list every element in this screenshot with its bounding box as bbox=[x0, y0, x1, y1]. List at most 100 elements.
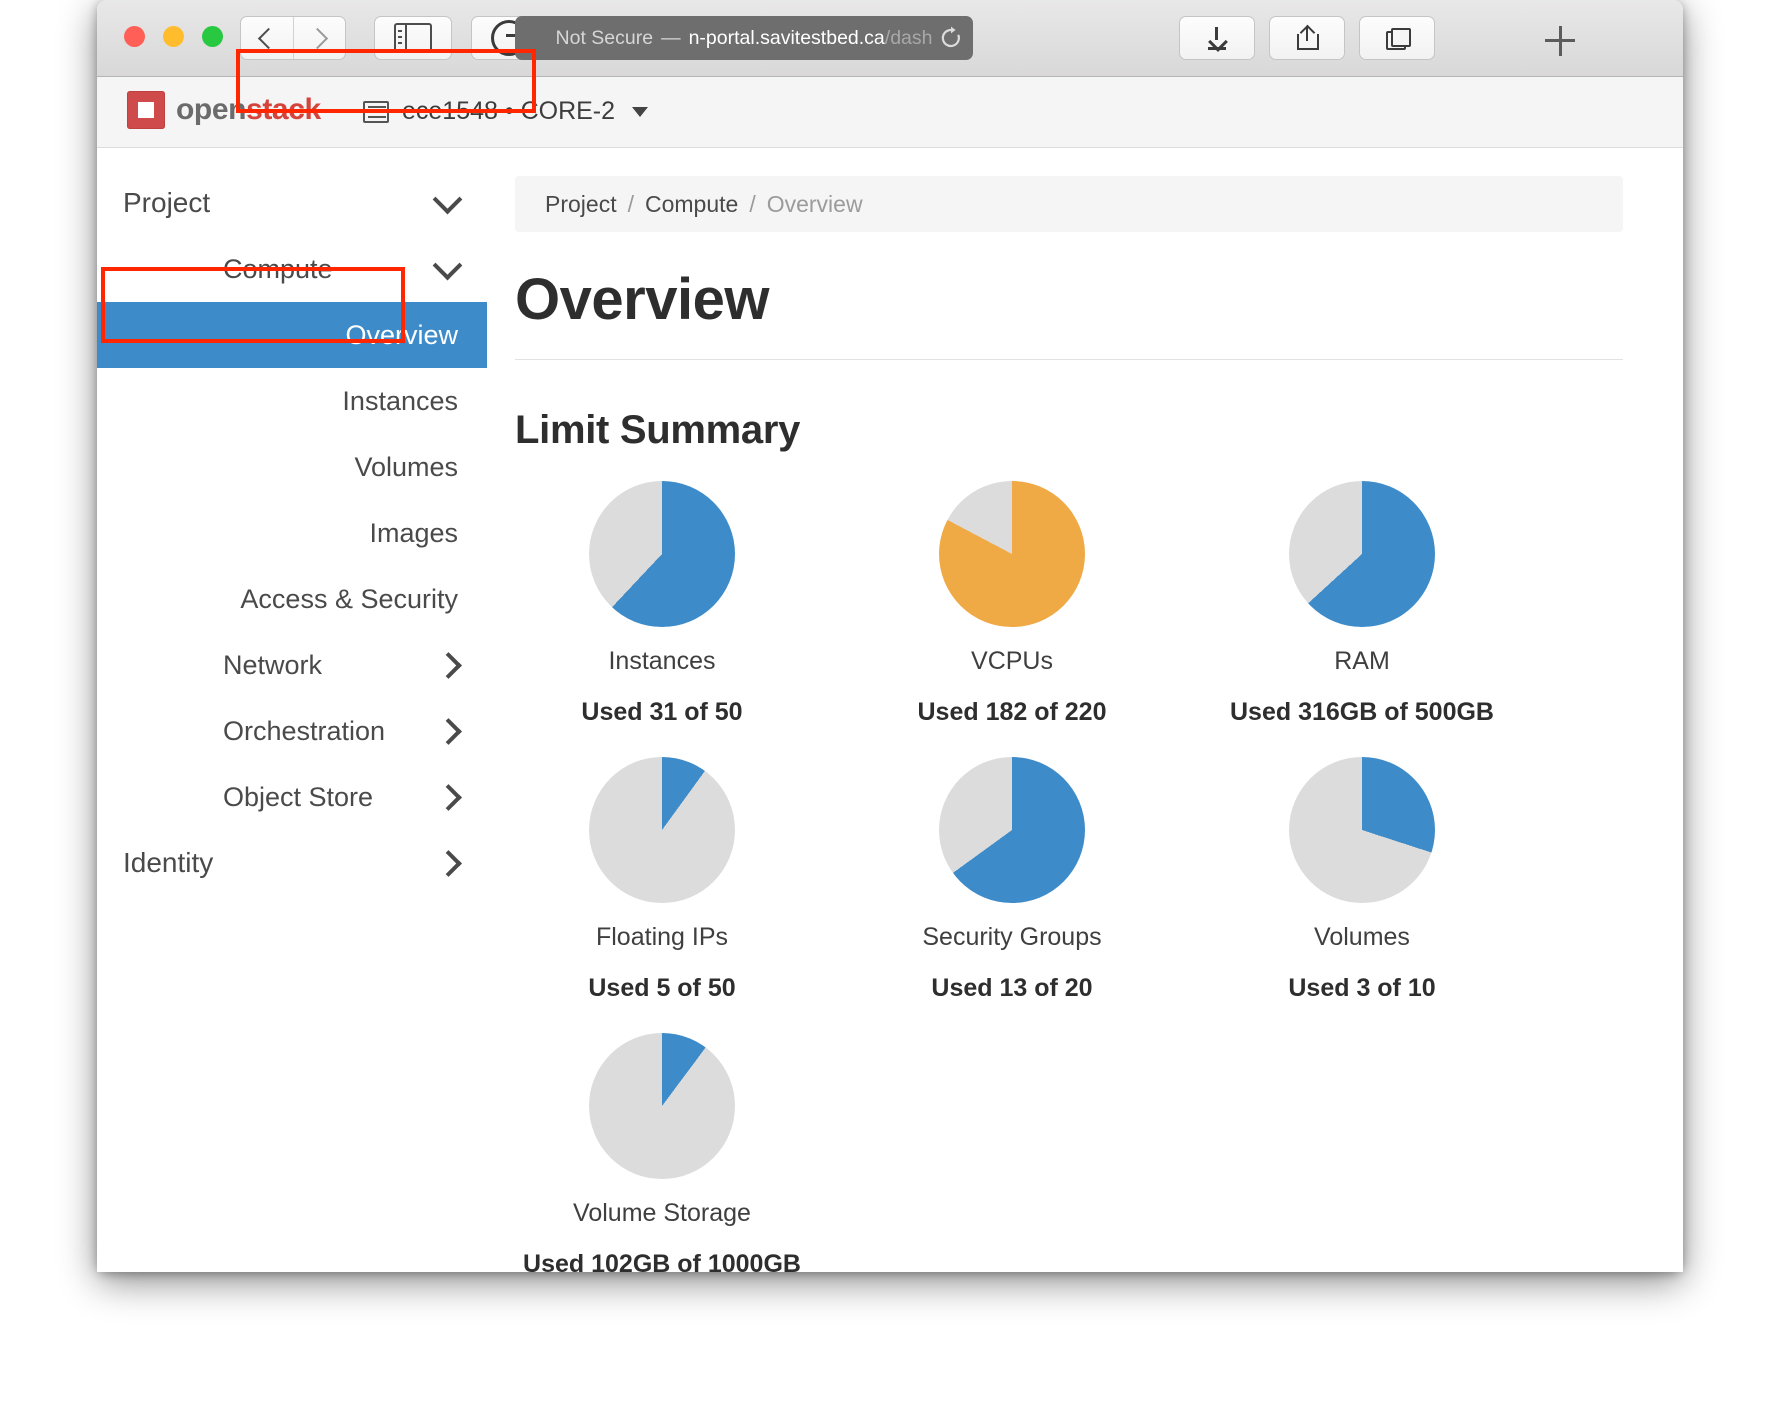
close-window-button[interactable] bbox=[124, 26, 145, 47]
sidebar-item-object-store[interactable]: Object Store bbox=[97, 764, 487, 830]
sidebar-item-label: Orchestration bbox=[223, 715, 386, 746]
limit-chart-volume-storage: Volume Storage Used 102GB of 1000GB bbox=[487, 1033, 837, 1272]
sidebar-item-label: Project bbox=[123, 187, 211, 218]
chevron-right-icon bbox=[435, 651, 462, 679]
screenshot-root: Not Secure — n-portal.savitestbed.ca /da… bbox=[0, 0, 1780, 1426]
pie-chart-usage-label: Used 31 of 50 bbox=[581, 698, 743, 726]
openstack-mark-icon bbox=[127, 91, 165, 129]
pie-chart-usage-label: Used 13 of 20 bbox=[931, 974, 1093, 1002]
chevron-down-icon bbox=[432, 184, 463, 214]
section-title-limit-summary: Limit Summary bbox=[515, 408, 801, 452]
list-icon bbox=[363, 100, 389, 123]
reload-icon[interactable] bbox=[939, 26, 963, 50]
not-secure-label: Not Secure bbox=[555, 26, 654, 49]
breadcrumb-separator: / bbox=[749, 190, 756, 217]
page-title: Overview bbox=[515, 267, 769, 332]
pie-chart bbox=[939, 481, 1085, 627]
limit-chart-security-groups: Security Groups Used 13 of 20 bbox=[837, 757, 1187, 1031]
limit-chart-vcpus: VCPUs Used 182 of 220 bbox=[837, 481, 1187, 755]
pie-chart bbox=[589, 481, 735, 627]
pie-chart-title: Security Groups bbox=[922, 923, 1102, 951]
sidebar-item-instances[interactable]: Instances bbox=[97, 368, 487, 434]
pie-chart bbox=[589, 757, 735, 903]
page-body: Project Compute Overview Instances Volum… bbox=[97, 148, 1683, 1272]
url-host: n-portal.savitestbed.ca bbox=[688, 26, 885, 49]
breadcrumb-item-overview: Overview bbox=[766, 190, 863, 217]
url-dash: — bbox=[661, 26, 681, 49]
download-icon bbox=[1207, 27, 1227, 50]
chevron-down-icon bbox=[432, 250, 463, 280]
maximize-window-button[interactable] bbox=[202, 26, 223, 47]
limit-summary-charts: Instances Used 31 of 50 VCPUs Used 182 of 2… bbox=[487, 481, 1537, 1272]
pie-chart-usage-label: Used 102GB of 1000GB bbox=[523, 1250, 801, 1272]
pie-chart-title: VCPUs bbox=[971, 647, 1053, 675]
pie-chart-title: Floating IPs bbox=[595, 923, 728, 951]
sidebar-item-orchestration[interactable]: Orchestration bbox=[97, 698, 487, 764]
sidebar-item-label: Access & Security bbox=[240, 583, 458, 614]
sidebar-item-access-security[interactable]: Access & Security bbox=[97, 566, 487, 632]
openstack-logo: openstack bbox=[127, 91, 321, 129]
share-button[interactable] bbox=[1269, 16, 1345, 60]
browser-window: Not Secure — n-portal.savitestbed.ca /da… bbox=[97, 0, 1683, 1272]
chevron-left-icon bbox=[258, 27, 280, 49]
brand-open: open bbox=[176, 93, 247, 126]
sidebar-item-images[interactable]: Images bbox=[97, 500, 487, 566]
tab-overview-button[interactable] bbox=[1359, 16, 1435, 60]
minimize-window-button[interactable] bbox=[163, 26, 184, 47]
limit-chart-instances: Instances Used 31 of 50 bbox=[487, 481, 837, 755]
tabs-icon bbox=[1386, 28, 1411, 50]
main-content: Project / Compute / Overview Overview Li… bbox=[487, 148, 1683, 1272]
sidebar-item-label: Overview bbox=[345, 319, 458, 350]
breadcrumb-item-compute[interactable]: Compute bbox=[645, 191, 738, 218]
sidebar-icon bbox=[394, 23, 432, 53]
pie-chart-title: Volumes bbox=[1314, 923, 1410, 951]
pie-chart-title: RAM bbox=[1334, 647, 1390, 675]
chevron-down-icon bbox=[632, 106, 649, 117]
sidebar-item-identity[interactable]: Identity bbox=[97, 830, 487, 896]
sidebar-item-label: Volumes bbox=[354, 451, 458, 482]
share-icon bbox=[1297, 24, 1319, 50]
sidebar-item-volumes[interactable]: Volumes bbox=[97, 434, 487, 500]
pie-chart-usage-label: Used 5 of 50 bbox=[588, 974, 736, 1002]
chevron-right-icon bbox=[435, 783, 462, 811]
browser-toolbar: Not Secure — n-portal.savitestbed.ca /da… bbox=[97, 0, 1683, 77]
navigation-buttons bbox=[240, 16, 346, 60]
openstack-header: openstack ece1548 • CORE-2 bbox=[97, 77, 1683, 148]
pie-chart-usage-label: Used 3 of 10 bbox=[1288, 974, 1436, 1002]
sidebar-navigation: Project Compute Overview Instances Volum… bbox=[97, 148, 487, 1272]
new-tab-button[interactable] bbox=[1545, 26, 1575, 56]
sidebar-item-network[interactable]: Network bbox=[97, 632, 487, 698]
address-bar[interactable]: Not Secure — n-portal.savitestbed.ca /da… bbox=[515, 16, 973, 60]
sidebar-item-compute[interactable]: Compute bbox=[97, 236, 487, 302]
chevron-right-icon bbox=[306, 27, 328, 49]
sidebar-item-project[interactable]: Project bbox=[97, 170, 487, 236]
pie-chart-title: Instances bbox=[608, 647, 716, 675]
downloads-button[interactable] bbox=[1179, 16, 1255, 60]
pie-chart bbox=[1289, 757, 1435, 903]
limit-chart-ram: RAM Used 316GB of 500GB bbox=[1187, 481, 1537, 755]
sidebar-item-label: Images bbox=[369, 517, 458, 548]
forward-button[interactable] bbox=[292, 17, 346, 59]
sidebar-item-label: Identity bbox=[123, 847, 214, 878]
pie-chart-usage-label: Used 182 of 220 bbox=[917, 698, 1107, 726]
project-selector[interactable]: ece1548 • CORE-2 bbox=[347, 77, 664, 146]
pie-chart-title: Volume Storage bbox=[573, 1199, 751, 1227]
pie-chart bbox=[589, 1033, 735, 1179]
chevron-right-icon bbox=[435, 849, 462, 877]
project-selector-label: ece1548 • CORE-2 bbox=[402, 97, 616, 125]
pie-chart bbox=[1289, 481, 1435, 627]
traffic-lights bbox=[124, 26, 223, 47]
sidebar-toggle-button[interactable] bbox=[374, 16, 452, 60]
sidebar-item-label: Compute bbox=[223, 253, 333, 284]
sidebar-item-label: Network bbox=[223, 649, 323, 680]
sidebar-item-label: Instances bbox=[342, 385, 458, 416]
limit-chart-volumes: Volumes Used 3 of 10 bbox=[1187, 757, 1537, 1031]
pie-chart bbox=[939, 757, 1085, 903]
breadcrumb-separator: / bbox=[627, 190, 634, 217]
back-button[interactable] bbox=[241, 17, 293, 59]
breadcrumb-item-project[interactable]: Project bbox=[545, 191, 617, 218]
sidebar-item-overview[interactable]: Overview bbox=[97, 302, 487, 368]
chevron-right-icon bbox=[435, 717, 462, 745]
title-divider bbox=[515, 359, 1623, 360]
sidebar-item-label: Object Store bbox=[223, 781, 374, 812]
